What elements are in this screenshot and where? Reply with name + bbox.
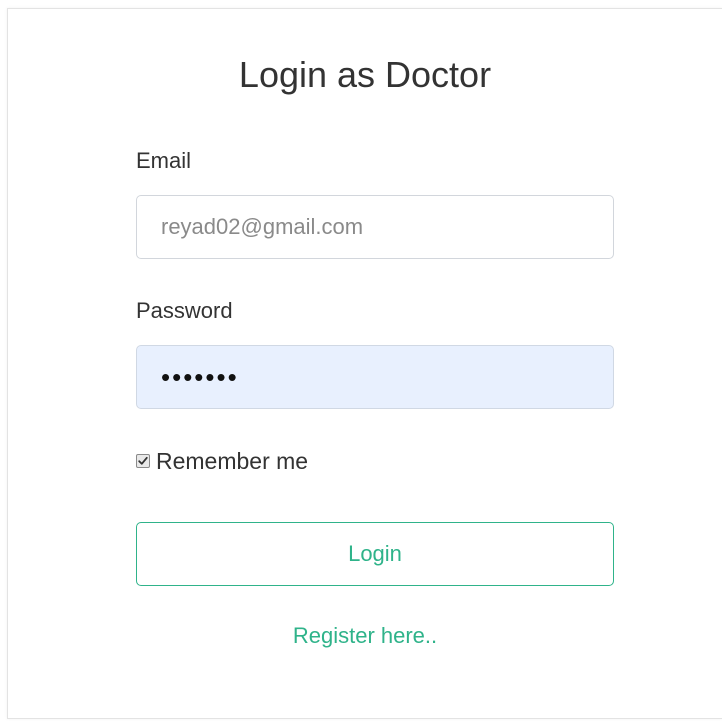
- email-field[interactable]: reyad02@gmail.com: [136, 195, 614, 259]
- password-label: Password: [136, 298, 233, 323]
- remember-checkbox[interactable]: [136, 454, 150, 468]
- remember-label: Remember me: [156, 448, 309, 474]
- checkmark-icon: [138, 456, 148, 465]
- remember-me[interactable]: Remember me: [136, 446, 308, 476]
- password-field[interactable]: •••••••: [136, 345, 614, 409]
- login-button[interactable]: Login: [136, 522, 614, 586]
- email-label: Email: [136, 148, 192, 173]
- register-link[interactable]: Register here..: [8, 622, 722, 650]
- page-title: Login as Doctor: [238, 54, 492, 95]
- login-card: Login as Doctor Email reyad02@gmail.com …: [7, 8, 722, 719]
